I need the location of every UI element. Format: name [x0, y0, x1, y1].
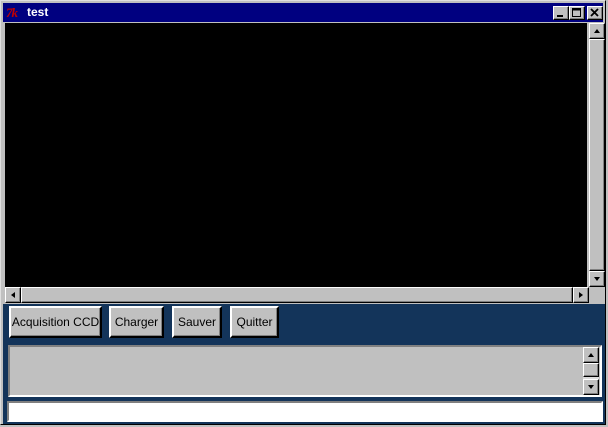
tk-icon: 7k — [6, 5, 18, 20]
console-scroll-thumb[interactable] — [583, 363, 599, 377]
minimize-button[interactable] — [553, 6, 569, 20]
arrow-up-icon — [594, 29, 600, 33]
arrow-left-icon — [11, 292, 15, 298]
sauver-button[interactable]: Sauver — [172, 306, 222, 338]
console-scroll-down-button[interactable] — [583, 379, 599, 395]
arrow-right-icon — [579, 292, 583, 298]
title-bar[interactable]: 7k test — [3, 3, 603, 22]
console-output[interactable] — [8, 345, 602, 397]
command-input[interactable] — [7, 401, 603, 422]
window-title: test — [27, 5, 49, 19]
scroll-right-button[interactable] — [573, 287, 589, 303]
arrow-down-icon — [588, 385, 594, 389]
scroll-left-button[interactable] — [5, 287, 21, 303]
close-icon — [590, 8, 599, 17]
console-scroll-up-button[interactable] — [583, 347, 599, 363]
maximize-icon — [572, 8, 581, 17]
arrow-down-icon — [594, 277, 600, 281]
acquisition-ccd-button[interactable]: Acquisition CCD — [9, 306, 102, 338]
scroll-down-button[interactable] — [589, 271, 605, 287]
minimize-icon — [557, 15, 563, 17]
horizontal-scroll-thumb[interactable] — [21, 287, 573, 303]
image-canvas[interactable] — [5, 23, 587, 287]
close-button[interactable] — [587, 6, 603, 20]
app-window: 7k test Acquisition CCD Charger Sauver Q… — [0, 0, 606, 425]
charger-button[interactable]: Charger — [109, 306, 164, 338]
arrow-up-icon — [588, 353, 594, 357]
vertical-scroll-thumb[interactable] — [589, 39, 605, 271]
scroll-up-button[interactable] — [589, 23, 605, 39]
quitter-button[interactable]: Quitter — [230, 306, 279, 338]
maximize-button[interactable] — [569, 6, 585, 20]
